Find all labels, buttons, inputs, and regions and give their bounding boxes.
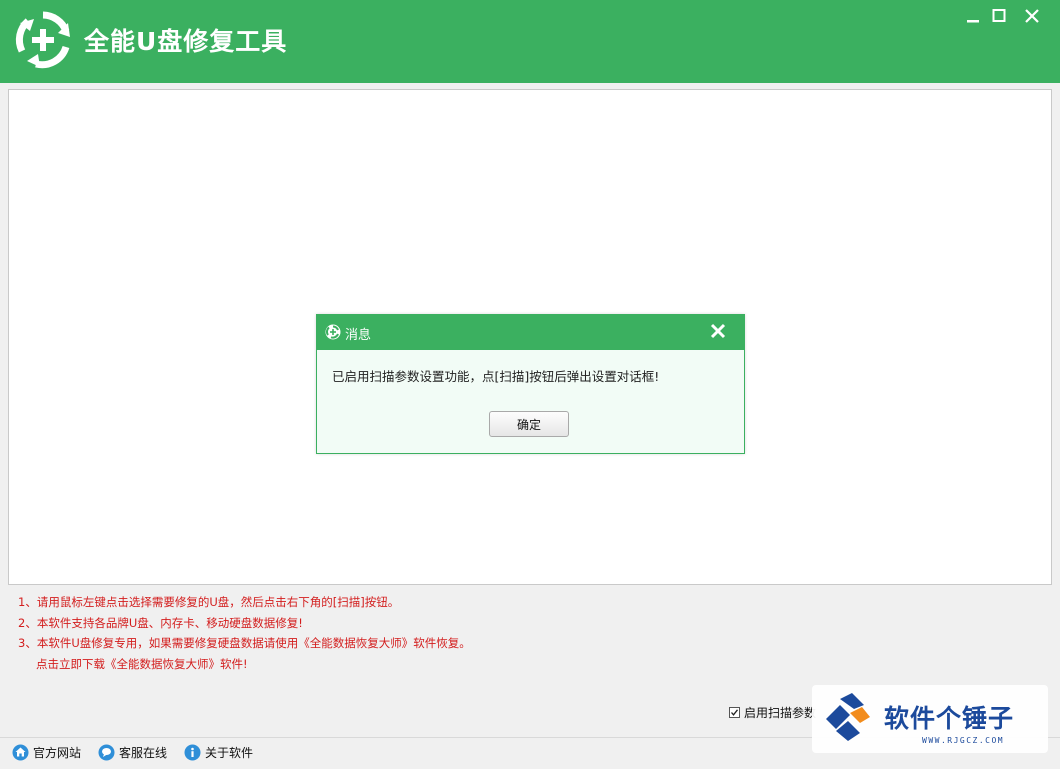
maximize-button[interactable] (989, 7, 1009, 25)
app-logo-icon (325, 324, 341, 340)
watermark-logo-icon (826, 693, 870, 741)
note-line: 3、本软件U盘修复专用，如果需要修复硬盘数据请使用《全能数据恢复大师》软件恢复。 (18, 636, 471, 650)
download-link[interactable]: 点击立即下载《全能数据恢复大师》软件! (18, 654, 918, 675)
maximize-icon (992, 9, 1006, 22)
scan-params-label: 启用扫描参数 (744, 705, 817, 720)
dialog-title: 消息 (345, 328, 372, 343)
customer-service-link[interactable]: 客服在线 (98, 744, 167, 761)
close-icon (710, 323, 726, 339)
watermark-text: 软件个锤子 (884, 704, 1015, 733)
home-icon (12, 744, 29, 761)
close-button[interactable] (1022, 7, 1042, 25)
footer-link-label: 官方网站 (33, 746, 82, 760)
about-software-link[interactable]: 关于软件 (184, 744, 253, 761)
note-line: 2、本软件支持各品牌U盘、内存卡、移动硬盘数据修复! (18, 615, 303, 630)
scan-params-checkbox[interactable] (729, 706, 740, 718)
dialog-close-button[interactable] (709, 322, 727, 340)
dialog-header[interactable]: 消息 (317, 315, 744, 350)
message-dialog: 消息 已启用扫描参数设置功能，点[扫描]按钮后弹出设置对话框! 确定 (316, 314, 745, 454)
checkmark-icon (731, 708, 739, 716)
site-watermark: 软件个锤子 WWW.RJGCZ.COM (812, 685, 1048, 753)
footer-link-label: 关于软件 (205, 746, 254, 760)
footer-link-label: 客服在线 (119, 746, 168, 760)
note-line: 1、请用鼠标左键点击选择需要修复的U盘，然后点击右下角的[扫描]按钮。 (18, 595, 400, 609)
app-title: 全能U盘修复工具 (84, 27, 288, 56)
scan-params-option[interactable]: 启用扫描参数 (729, 703, 816, 721)
instruction-notes: 1、请用鼠标左键点击选择需要修复的U盘，然后点击右下角的[扫描]按钮。 2、本软… (18, 592, 918, 674)
close-icon (1025, 9, 1039, 23)
chat-icon (98, 744, 115, 761)
title-bar: 全能U盘修复工具 (0, 0, 1060, 83)
dialog-message: 已启用扫描参数设置功能，点[扫描]按钮后弹出设置对话框! (332, 369, 660, 384)
minimize-button[interactable] (963, 7, 983, 25)
ok-button[interactable]: 确定 (489, 411, 569, 437)
watermark-url: WWW.RJGCZ.COM (922, 736, 1005, 745)
minimize-icon (967, 20, 979, 23)
info-icon (184, 744, 201, 761)
app-logo-icon (14, 11, 72, 69)
official-site-link[interactable]: 官方网站 (12, 744, 81, 761)
